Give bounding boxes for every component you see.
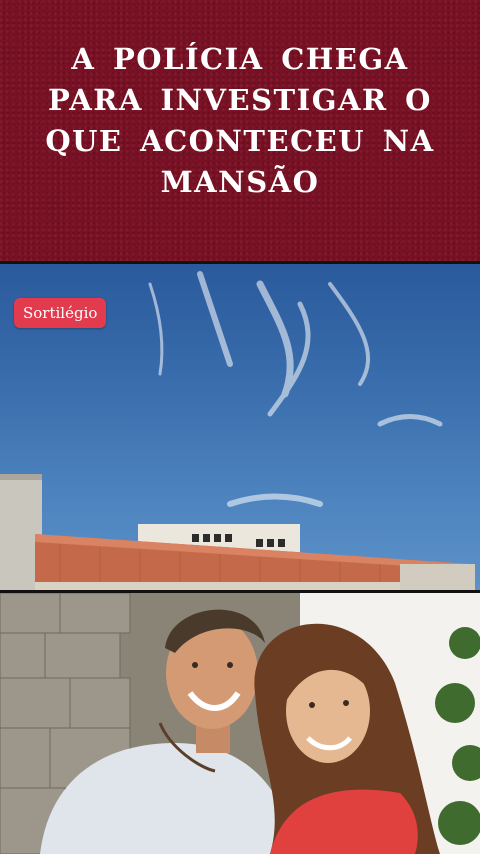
headline-banner: A POLÍCIA CHEGA PARA INVESTIGAR O QUE AC…: [0, 0, 480, 262]
headline-text: A POLÍCIA CHEGA PARA INVESTIGAR O QUE AC…: [45, 42, 435, 199]
show-title-badge: Sortilégio: [14, 298, 107, 328]
couple-photo-illustration: [0, 593, 480, 854]
video-frame-couple: [0, 593, 480, 854]
